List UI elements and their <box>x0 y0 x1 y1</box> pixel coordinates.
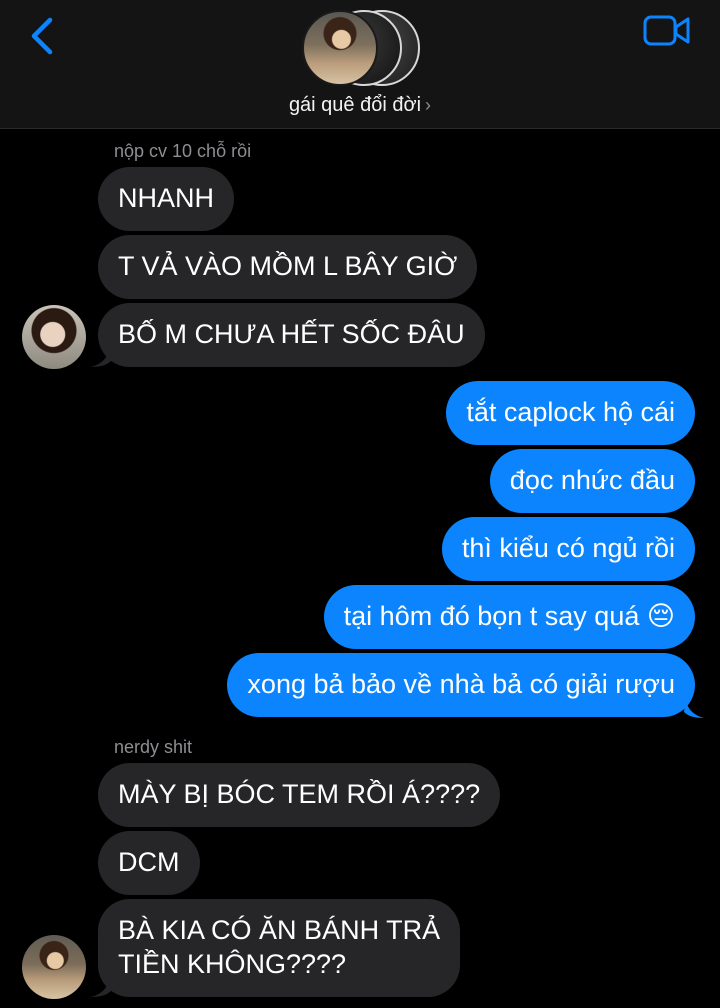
sender-avatar[interactable] <box>22 305 86 369</box>
group-avatar[interactable] <box>300 8 420 88</box>
group-name-label[interactable]: gái quê đổi đời <box>289 94 421 116</box>
group-name[interactable]: gái quê đổi đời › <box>0 94 720 117</box>
video-call-button[interactable] <box>643 14 691 48</box>
outgoing-message[interactable]: tắt caplock hộ cái <box>446 381 695 445</box>
incoming-message[interactable]: DCM <box>98 831 200 895</box>
back-button[interactable] <box>24 14 64 58</box>
bubble-tail <box>91 975 111 997</box>
chevron-left-icon <box>31 17 53 55</box>
outgoing-message[interactable]: đọc nhức đầu <box>489 449 695 513</box>
sender-label: nộp cv 10 chỗ rồi <box>114 141 252 161</box>
outgoing-message[interactable]: tại hôm đó bọn t say quá 😔 <box>323 585 695 649</box>
outgoing-message[interactable]: thì kiểu có ngủ rồi <box>441 517 695 581</box>
incoming-message[interactable]: T VẢ VÀO MỒM L BÂY GIỜ <box>98 235 478 299</box>
sender-avatar[interactable] <box>22 935 86 999</box>
sender-label: nerdy shit <box>114 737 193 757</box>
video-camera-icon <box>643 15 690 46</box>
incoming-message[interactable]: MÀY BỊ BÓC TEM RỒI Á???? <box>98 763 501 827</box>
bubble-tail <box>684 696 704 718</box>
chevron-right-icon: › <box>425 95 432 115</box>
conversation-header: gái quê đổi đời › <box>0 0 720 129</box>
member-avatar <box>302 10 378 86</box>
incoming-message[interactable]: BÀ KIA CÓ ĂN BÁNH TRẢ TIỀN KHÔNG???? <box>98 899 461 997</box>
incoming-message[interactable]: BỐ M CHƯA HẾT SỐC ĐÂU <box>98 303 485 367</box>
incoming-message[interactable]: NHANH <box>98 167 235 231</box>
outgoing-message[interactable]: xong bả bảo về nhà bả có giải rượu <box>227 653 695 717</box>
bubble-tail <box>91 345 111 367</box>
